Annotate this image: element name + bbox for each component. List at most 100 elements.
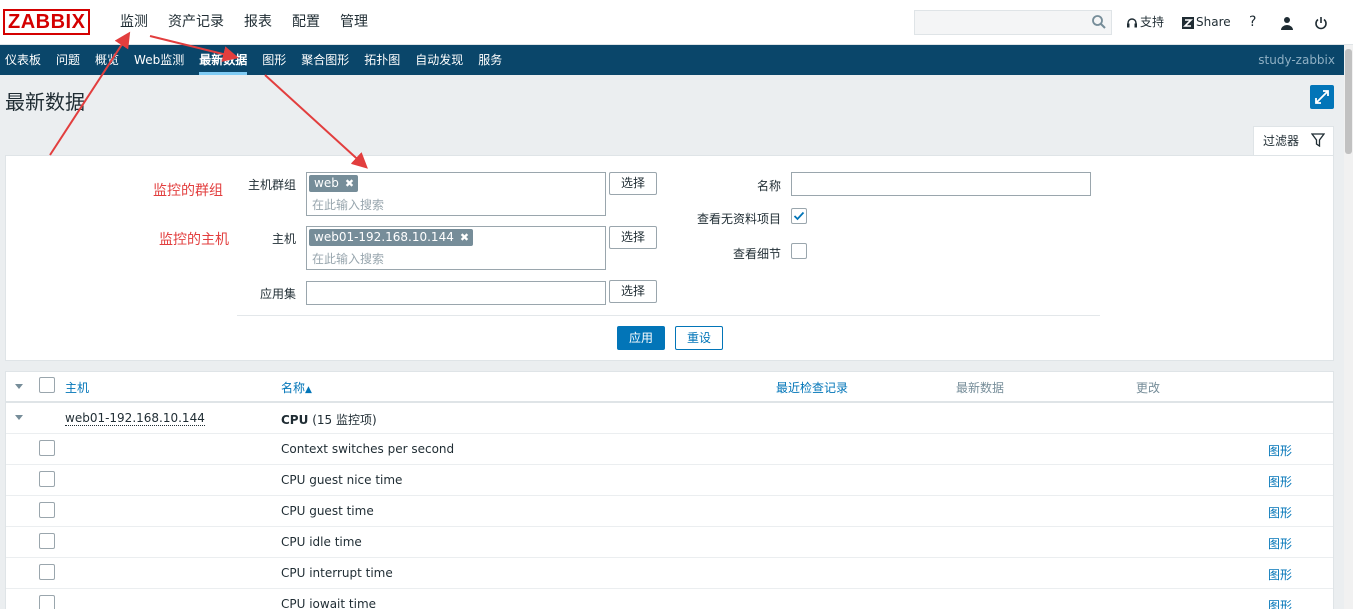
annotation-group: 监控的群组 (153, 183, 223, 199)
main-menu-item-administration[interactable]: 管理 (330, 0, 378, 45)
item-name: CPU guest nice time (281, 473, 403, 487)
table-row: CPU guest nice time 图形 (6, 465, 1333, 496)
main-menu: 监测 资产记录 报表 配置 管理 (110, 0, 378, 45)
item-name: Context switches per second (281, 442, 455, 456)
annotation-host: 监控的主机 (159, 232, 229, 248)
collapse-group-icon[interactable] (15, 415, 23, 420)
fullscreen-button[interactable] (1310, 85, 1334, 109)
main-menu-item-configuration[interactable]: 配置 (282, 0, 330, 45)
table-row: Context switches per second 图形 (6, 434, 1333, 465)
checkmark-icon (793, 211, 805, 221)
host-groups-select-button[interactable]: 选择 (609, 172, 657, 195)
filter-tab[interactable]: 过滤器 (1253, 126, 1334, 156)
application-select-button[interactable]: 选择 (609, 280, 657, 303)
row-checkbox[interactable] (39, 595, 55, 609)
row-checkbox[interactable] (39, 471, 55, 487)
row-checkbox[interactable] (39, 533, 55, 549)
support-link[interactable]: 支持 (1126, 0, 1164, 45)
show-without-data-checkbox[interactable] (791, 208, 807, 224)
headset-icon (1127, 17, 1137, 27)
zabbix-logo[interactable]: ZABBIX (3, 9, 91, 35)
show-details-checkbox[interactable] (791, 243, 807, 259)
collapse-all-icon[interactable] (15, 384, 23, 389)
table-row: CPU interrupt time 图形 (6, 558, 1333, 589)
subnav-item-latest-data[interactable]: 最新数据 (194, 45, 257, 75)
sign-out-icon[interactable] (1314, 0, 1330, 45)
subnav-item-maps[interactable]: 拓扑图 (359, 45, 410, 75)
graph-link[interactable]: 图形 (1268, 442, 1292, 459)
funnel-icon (1311, 133, 1325, 147)
subnav-item-overview[interactable]: 概览 (90, 45, 129, 75)
application-item-count: (15 监控项) (312, 413, 377, 427)
sub-navigation-bar: 仪表板 问题 概览 Web监测 最新数据 图形 聚合图形 拓扑图 自动发现 服务… (0, 45, 1353, 75)
item-name: CPU iowait time (281, 597, 377, 609)
filter-tab-label: 过滤器 (1263, 134, 1300, 148)
main-menu-item-reports[interactable]: 报表 (234, 0, 282, 45)
share-label: Share (1196, 15, 1231, 29)
row-checkbox[interactable] (39, 502, 55, 518)
share-link[interactable]: Share (1182, 0, 1231, 45)
main-menu-item-inventory[interactable]: 资产记录 (158, 0, 234, 45)
subnav-item-discovery[interactable]: 自动发现 (410, 45, 473, 75)
subnav-item-problems[interactable]: 问题 (51, 45, 90, 75)
server-name: study-zabbix (1258, 53, 1335, 67)
host-groups-label: 主机群组 (247, 178, 296, 192)
arrow-to-filter (264, 74, 368, 169)
item-name: CPU interrupt time (281, 566, 393, 580)
select-all-checkbox[interactable] (39, 377, 55, 393)
application-input[interactable] (306, 281, 606, 305)
global-search-input[interactable] (914, 10, 1112, 35)
hosts-search-placeholder[interactable]: 在此输入搜索 (312, 250, 384, 267)
item-name: CPU idle time (281, 535, 362, 549)
header-name[interactable]: 名称▲ (281, 379, 312, 396)
header-last-check[interactable]: 最近检查记录 (776, 379, 848, 396)
header-host[interactable]: 主机 (65, 379, 89, 396)
host-tag-label: web01-192.168.10.144 (314, 230, 454, 244)
sort-ascending-icon: ▲ (305, 385, 312, 395)
page-scrollbar[interactable] (1344, 45, 1353, 609)
hosts-select-button[interactable]: 选择 (609, 226, 657, 249)
row-checkbox[interactable] (39, 564, 55, 580)
main-menu-item-monitoring[interactable]: 监测 (110, 0, 158, 45)
hosts-label: 主机 (271, 232, 296, 246)
help-icon[interactable]: ? (1249, 0, 1256, 45)
graph-link[interactable]: 图形 (1268, 473, 1292, 490)
header-name-label: 名称 (281, 381, 306, 395)
host-group-tag-label: web (314, 176, 339, 190)
application-label: 应用集 (259, 287, 296, 301)
support-label: 支持 (1140, 15, 1165, 29)
subnav-item-dashboard[interactable]: 仪表板 (0, 45, 51, 75)
user-profile-icon[interactable] (1280, 0, 1296, 45)
top-header: ZABBIX 监测 资产记录 报表 配置 管理 支持 Share ? (0, 0, 1353, 45)
subnav-item-screens[interactable]: 聚合图形 (296, 45, 359, 75)
expand-icon (1315, 90, 1329, 104)
row-checkbox[interactable] (39, 440, 55, 456)
graph-link[interactable]: 图形 (1268, 566, 1292, 583)
subnav-item-services[interactable]: 服务 (473, 45, 512, 75)
subnav-item-graphs[interactable]: 图形 (257, 45, 296, 75)
remove-tag-icon[interactable]: ✖ (345, 175, 354, 192)
subnav-item-web[interactable]: Web监测 (129, 45, 194, 75)
graph-link[interactable]: 图形 (1268, 535, 1292, 552)
item-name: CPU guest time (281, 504, 374, 518)
reset-button[interactable]: 重设 (675, 326, 723, 350)
share-z-icon (1182, 16, 1194, 29)
graph-link[interactable]: 图形 (1268, 504, 1292, 521)
apply-button[interactable]: 应用 (617, 326, 665, 350)
show-details-label: 查看细节 (732, 247, 781, 261)
filter-divider (237, 315, 1100, 316)
search-icon[interactable] (1091, 14, 1107, 30)
name-input[interactable] (791, 172, 1091, 196)
host-groups-search-placeholder[interactable]: 在此输入搜索 (312, 196, 384, 213)
host-tag-web01: web01-192.168.10.144 ✖ (309, 229, 474, 246)
remove-tag-icon[interactable]: ✖ (460, 229, 469, 246)
scrollbar-thumb[interactable] (1345, 49, 1352, 154)
graph-link[interactable]: 图形 (1268, 597, 1292, 609)
application-title: CPU (281, 413, 309, 427)
table-row: CPU idle time 图形 (6, 527, 1333, 558)
table-row: CPU iowait time 图形 (6, 589, 1333, 609)
header-last-value: 最新数据 (956, 381, 1005, 395)
host-name-link[interactable]: web01-192.168.10.144 (65, 411, 205, 426)
application-name: CPU (15 监控项) (281, 411, 377, 428)
table-header: 主机 名称▲ 最近检查记录 最新数据 更改 (6, 372, 1333, 403)
